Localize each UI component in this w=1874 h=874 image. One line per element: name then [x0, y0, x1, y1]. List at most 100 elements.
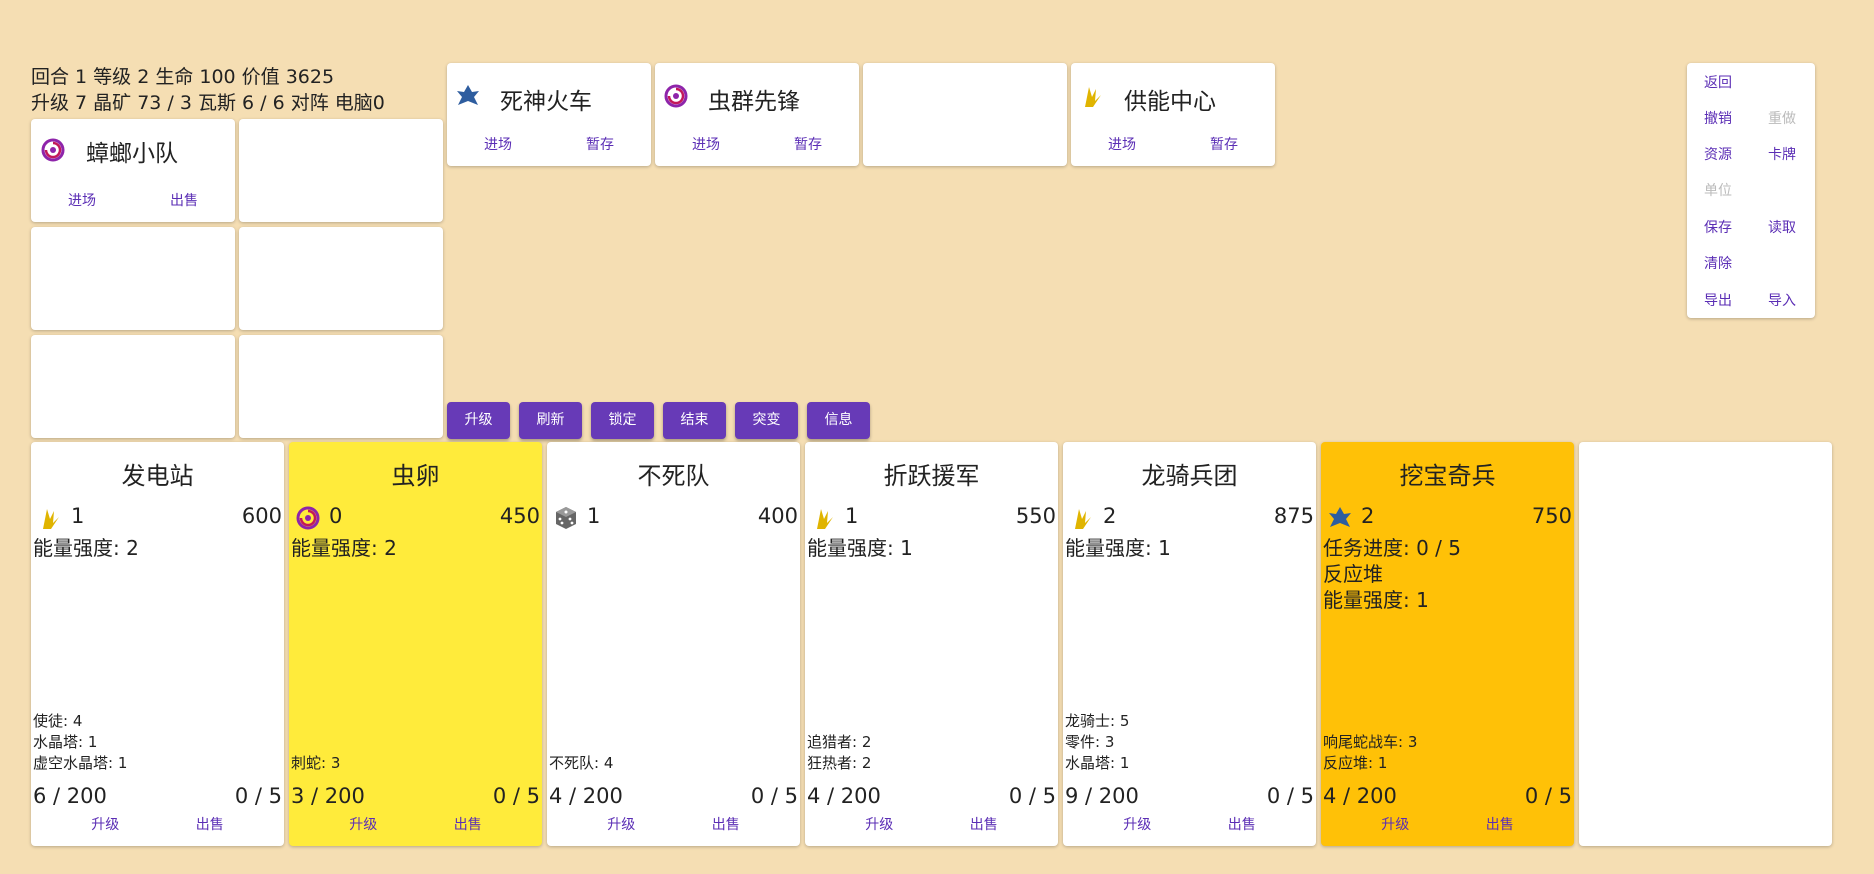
- shop-card-name: 虫群先锋: [708, 89, 800, 115]
- card-attribute: 任务进度: 0 / 5: [1323, 536, 1461, 560]
- sell-button[interactable]: 出售: [674, 814, 779, 834]
- hand-slot-empty[interactable]: [31, 227, 235, 330]
- export-button[interactable]: 导出: [1704, 290, 1732, 310]
- card-level: 1: [845, 504, 859, 528]
- unit-entry: 反应堆: 1: [1323, 754, 1388, 772]
- protoss-icon: [1079, 83, 1105, 109]
- card-attribute: 能量强度: 1: [1323, 588, 1429, 612]
- card-attribute: 能量强度: 2: [291, 536, 397, 560]
- card-name: 虫卵: [391, 462, 440, 490]
- board-card-3[interactable]: 不死队 1 400 不死队: 4 4 / 200 0 / 5 升级 出售: [547, 442, 800, 846]
- card-price: 875: [1273, 504, 1314, 528]
- board-card-6[interactable]: 挖宝奇兵 2 750 任务进度: 0 / 5 反应堆 能量强度: 1 响尾蛇战车…: [1321, 442, 1574, 846]
- upgrade-card-button[interactable]: 升级: [1085, 814, 1190, 834]
- upgrade-card-button[interactable]: 升级: [827, 814, 932, 834]
- unit-entry: 水晶塔: 1: [1065, 754, 1130, 772]
- lock-button[interactable]: 锁定: [591, 402, 654, 439]
- unit-entry: 虚空水晶塔: 1: [33, 754, 128, 772]
- unit-entry: 刺蛇: 3: [291, 754, 341, 772]
- quest-progress: 0 / 5: [750, 784, 798, 808]
- info-button[interactable]: 信息: [807, 402, 870, 439]
- shop-slot-2[interactable]: 虫群先锋 进场 暂存: [655, 63, 859, 166]
- clear-button[interactable]: 清除: [1704, 253, 1732, 273]
- quest-progress: 0 / 5: [1008, 784, 1056, 808]
- mutation-button[interactable]: 突变: [735, 402, 798, 439]
- load-button[interactable]: 读取: [1768, 217, 1796, 237]
- hand-slot-empty[interactable]: [239, 227, 443, 330]
- card-level: 2: [1103, 504, 1117, 528]
- units-button[interactable]: 单位: [1704, 180, 1732, 200]
- hand-slot-empty[interactable]: [239, 119, 443, 222]
- deploy-button[interactable]: 进场: [447, 134, 549, 154]
- terran-icon: [1327, 505, 1353, 531]
- card-price: 750: [1531, 504, 1572, 528]
- card-name: 龙骑兵团: [1141, 462, 1238, 490]
- shop-slot-4[interactable]: 供能中心 进场 暂存: [1071, 63, 1275, 166]
- upgrade-card-button[interactable]: 升级: [53, 814, 158, 834]
- protoss-icon: [37, 505, 63, 531]
- hold-button[interactable]: 暂存: [549, 134, 651, 154]
- population: 4 / 200: [807, 784, 881, 808]
- card-name: 不死队: [637, 462, 710, 490]
- cards-button[interactable]: 卡牌: [1768, 144, 1796, 164]
- unit-list: 响尾蛇战车: 3 反应堆: 1: [1323, 732, 1417, 774]
- save-button[interactable]: 保存: [1704, 217, 1732, 237]
- sell-button[interactable]: 出售: [932, 814, 1037, 834]
- card-attribute: 能量强度: 1: [807, 536, 913, 560]
- end-turn-button[interactable]: 结束: [663, 402, 726, 439]
- protoss-icon: [811, 505, 837, 531]
- card-name: 折跃援军: [883, 462, 980, 490]
- hold-button[interactable]: 暂存: [757, 134, 859, 154]
- sell-button[interactable]: 出售: [416, 814, 521, 834]
- quest-progress: 0 / 5: [1266, 784, 1314, 808]
- undo-button[interactable]: 撤销: [1704, 108, 1732, 128]
- import-button[interactable]: 导入: [1768, 290, 1796, 310]
- unit-list: 使徒: 4 水晶塔: 1 虚空水晶塔: 1: [33, 711, 127, 774]
- board-card-1[interactable]: 发电站 1 600 能量强度: 2 使徒: 4 水晶塔: 1 虚空水晶塔: 1 …: [31, 442, 284, 846]
- quest-progress: 0 / 5: [492, 784, 540, 808]
- deploy-button[interactable]: 进场: [1071, 134, 1173, 154]
- hand-slot-empty[interactable]: [239, 335, 443, 438]
- zerg-icon: [663, 83, 689, 109]
- upgrade-card-button[interactable]: 升级: [311, 814, 416, 834]
- quest-progress: 0 / 5: [1524, 784, 1572, 808]
- card-price: 550: [1015, 504, 1056, 528]
- shop-slot-empty[interactable]: [863, 63, 1067, 166]
- card-price: 400: [757, 504, 798, 528]
- dice-icon: [553, 505, 579, 531]
- quest-progress: 0 / 5: [234, 784, 282, 808]
- deploy-button[interactable]: 进场: [31, 190, 133, 210]
- unit-list: 追猎者: 2 狂热者: 2: [807, 732, 871, 774]
- side-menu: 返回 撤销 重做 资源 卡牌 单位 保存 读取 清除 导出 导入: [1687, 63, 1815, 318]
- unit-entry: 狂热者: 2: [807, 754, 872, 772]
- card-price: 600: [241, 504, 282, 528]
- hand-slot-empty[interactable]: [31, 335, 235, 438]
- shop-card-name: 死神火车: [500, 89, 592, 115]
- deploy-button[interactable]: 进场: [655, 134, 757, 154]
- card-level: 1: [587, 504, 601, 528]
- sell-button[interactable]: 出售: [1190, 814, 1295, 834]
- shop-slot-1[interactable]: 死神火车 进场 暂存: [447, 63, 651, 166]
- unit-entry: 不死队: 4: [549, 754, 614, 772]
- sell-button[interactable]: 出售: [1448, 814, 1553, 834]
- hand-slot-1[interactable]: 蟑螂小队 进场 出售: [31, 119, 235, 222]
- status-line-1: 回合 1 等级 2 生命 100 价值 3625: [31, 66, 335, 88]
- redo-button[interactable]: 重做: [1768, 108, 1796, 128]
- unit-list: 刺蛇: 3: [291, 753, 340, 774]
- upgrade-card-button[interactable]: 升级: [569, 814, 674, 834]
- upgrade-card-button[interactable]: 升级: [1343, 814, 1448, 834]
- board-card-2[interactable]: 虫卵 0 450 能量强度: 2 刺蛇: 3 3 / 200 0 / 5 升级 …: [289, 442, 542, 846]
- board-slot-empty[interactable]: [1579, 442, 1832, 846]
- hold-button[interactable]: 暂存: [1173, 134, 1275, 154]
- unit-entry: 零件: 3: [1065, 733, 1115, 751]
- board-card-4[interactable]: 折跃援军 1 550 能量强度: 1 追猎者: 2 狂热者: 2 4 / 200…: [805, 442, 1058, 846]
- sell-button[interactable]: 出售: [158, 814, 263, 834]
- refresh-button[interactable]: 刷新: [519, 402, 582, 439]
- population: 4 / 200: [549, 784, 623, 808]
- population: 3 / 200: [291, 784, 365, 808]
- upgrade-button[interactable]: 升级: [447, 402, 510, 439]
- back-button[interactable]: 返回: [1704, 72, 1732, 92]
- resources-button[interactable]: 资源: [1704, 144, 1732, 164]
- sell-button[interactable]: 出售: [133, 190, 235, 210]
- board-card-5[interactable]: 龙骑兵团 2 875 能量强度: 1 龙骑士: 5 零件: 3 水晶塔: 1 9…: [1063, 442, 1316, 846]
